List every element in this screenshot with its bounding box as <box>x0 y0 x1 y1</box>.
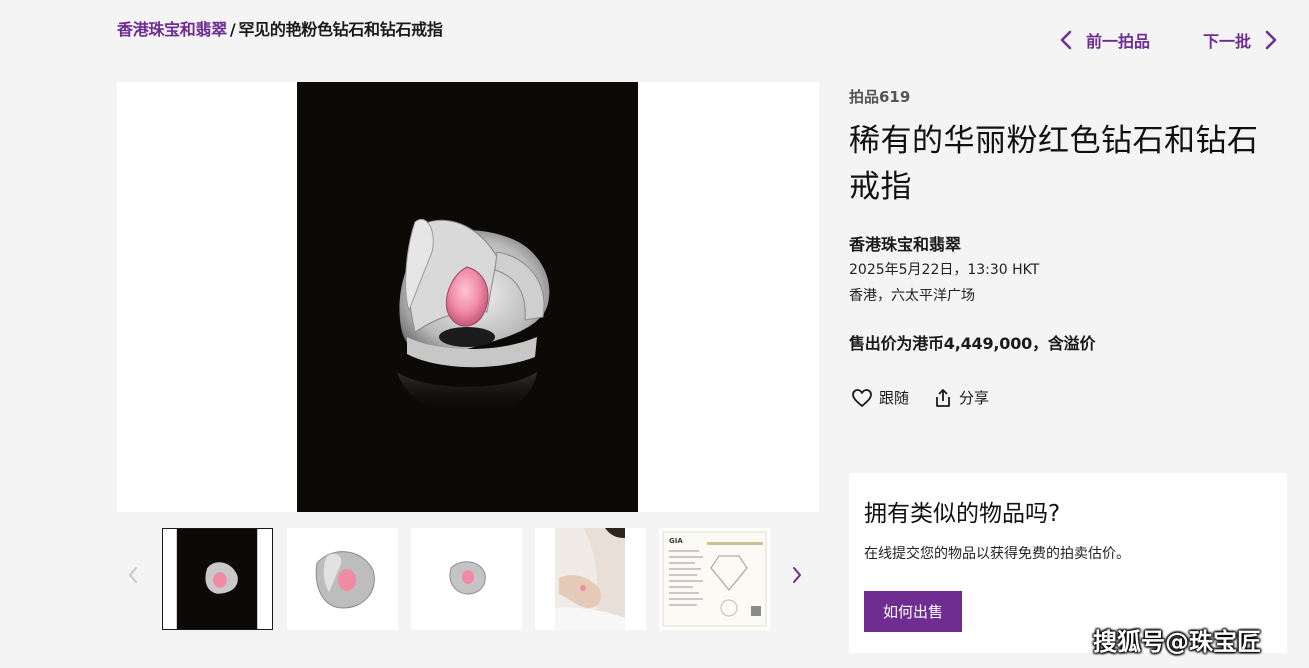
thumbnail-image: GIA <box>659 528 770 630</box>
thumbnails-next-button[interactable] <box>792 566 802 588</box>
thumbnails-prev-button[interactable] <box>128 566 138 588</box>
thumbnail-4[interactable] <box>535 528 646 630</box>
sale-location: 香港，六太平洋广场 <box>849 288 975 304</box>
previous-lot-button[interactable]: 前一拍品 <box>1060 28 1150 52</box>
breadcrumb-current: 罕见的艳粉色钻石和钻石戒指 <box>238 20 443 39</box>
sale-date: 2025年5月22日，13:30 HKT <box>849 262 1040 278</box>
lot-page: 香港珠宝和翡翠 / 罕见的艳粉色钻石和钻石戒指 前一拍品 下一批 GIA 拍品6… <box>0 0 1309 668</box>
heart-icon <box>852 388 872 407</box>
how-to-sell-button[interactable]: 如何出售 <box>864 591 962 632</box>
share-icon <box>936 388 950 407</box>
chevron-left-icon <box>129 567 137 583</box>
sell-card-text: 在线提交您的物品以获得免费的拍卖估价。 <box>864 546 1130 562</box>
previous-lot-label: 前一拍品 <box>1086 32 1151 51</box>
lot-title: 稀有的华丽粉红色钻石和钻石戒指 <box>849 123 1259 205</box>
ring-illustration <box>397 219 550 417</box>
follow-label: 跟随 <box>879 389 910 407</box>
next-lot-label: 下一批 <box>1203 32 1252 51</box>
watermark: 搜狐号@珠宝匠 <box>1093 628 1261 656</box>
share-button[interactable]: 分享 <box>933 387 989 408</box>
follow-button[interactable]: 跟随 <box>851 387 909 408</box>
share-label: 分享 <box>959 389 990 407</box>
thumbnail-image <box>411 528 522 630</box>
thumbnail-5[interactable]: GIA <box>659 528 770 630</box>
thumbnail-3[interactable] <box>411 528 522 630</box>
sale-name-link[interactable]: 香港珠宝和翡翠 <box>849 231 961 255</box>
chevron-right-icon <box>1265 30 1277 50</box>
sell-card-title: 拥有类似的物品吗? <box>864 501 1061 527</box>
chevron-right-icon <box>793 567 801 583</box>
sold-price: 售出价为港币4,449,000，含溢价 <box>849 334 1096 353</box>
breadcrumb: 香港珠宝和翡翠 / 罕见的艳粉色钻石和钻石戒指 <box>117 16 443 40</box>
next-lot-button[interactable]: 下一批 <box>1203 28 1277 52</box>
main-lot-image[interactable] <box>117 82 819 512</box>
thumbnail-image <box>163 529 272 629</box>
ring-photo <box>297 82 638 512</box>
thumbnail-image <box>535 528 646 630</box>
lot-number: 拍品619 <box>849 88 911 106</box>
breadcrumb-link-sale[interactable]: 香港珠宝和翡翠 <box>117 20 227 39</box>
breadcrumb-separator: / <box>229 20 236 39</box>
thumbnail-2[interactable] <box>287 528 398 630</box>
thumbnail-image <box>287 528 398 630</box>
gia-logo: GIA <box>669 537 683 545</box>
chevron-left-icon <box>1060 30 1072 50</box>
thumbnail-1[interactable] <box>162 528 273 630</box>
